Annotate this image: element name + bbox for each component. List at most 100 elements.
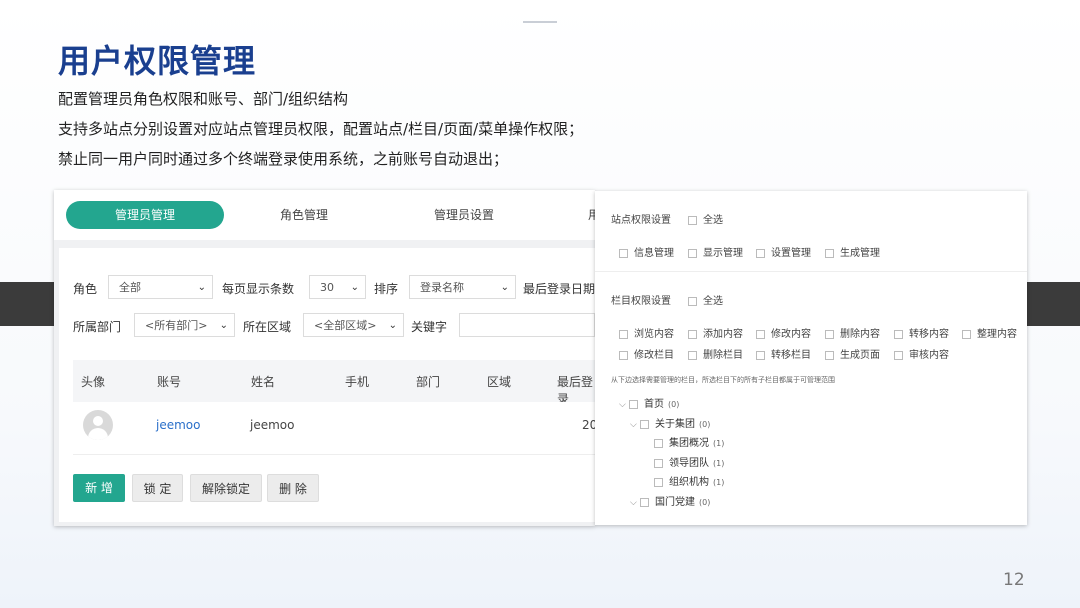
tab-bar: 管理员管理 角色管理 管理员设置 用 — [54, 190, 595, 240]
col-account: 账号 — [157, 375, 182, 389]
area-filter-label: 所在区域 — [243, 320, 292, 334]
tree-item[interactable]: ⌵ 国门党建 (0) — [630, 493, 710, 508]
unlock-button[interactable]: 解除锁定 — [190, 474, 262, 502]
column-select-all[interactable]: 全选 — [688, 292, 723, 307]
tab-admin-management[interactable]: 管理员管理 — [66, 201, 224, 229]
chevron-down-icon: ⌵ — [630, 498, 637, 508]
col-phone: 手机 — [345, 375, 370, 389]
checkbox-icon — [688, 350, 697, 360]
add-button[interactable]: 新 增 — [73, 474, 125, 502]
admin-list-panel: 角色 全部 ⌄ 每页显示条数 30 ⌄ 排序 登录名称 ⌄ 最后登录日期 所属部门 <… — [59, 248, 595, 522]
table-header: 头像 账号 姓名 手机 部门 区域 最后登录 — [73, 360, 595, 406]
dept-filter-label: 所属部门 — [73, 320, 122, 334]
role-select[interactable]: 全部 ⌄ — [108, 275, 213, 299]
tree-item[interactable]: 组织机构 (1) — [654, 473, 724, 488]
checkbox-icon — [688, 296, 697, 306]
chevron-down-icon: ⌄ — [500, 282, 509, 293]
col-opt-modify[interactable]: 修改内容 — [756, 325, 811, 340]
checkbox-icon — [619, 350, 628, 360]
checkbox-icon — [629, 399, 638, 409]
checkbox-icon — [825, 248, 834, 258]
checkbox-icon — [825, 329, 834, 339]
checkbox-icon — [688, 215, 697, 225]
page-number: 12 — [1003, 570, 1025, 590]
decor-band-left — [0, 282, 54, 326]
keyword-label: 关键字 — [411, 320, 448, 334]
tab-role-management[interactable]: 角色管理 — [244, 201, 364, 229]
col-area: 区域 — [487, 375, 512, 389]
site-select-all[interactable]: 全选 — [688, 211, 723, 226]
sort-label: 排序 — [374, 282, 399, 296]
keyword-input[interactable] — [459, 313, 595, 337]
col-opt-review[interactable]: 审核内容 — [894, 346, 949, 361]
checkbox-icon — [962, 329, 971, 339]
table-row[interactable]: jeemoo jeemoo 20 — [73, 402, 595, 455]
checkbox-icon — [640, 497, 649, 507]
pagesize-select[interactable]: 30 ⌄ — [309, 275, 366, 299]
checkbox-icon — [756, 248, 765, 258]
last-login-value: 20 — [582, 418, 595, 432]
avatar — [83, 410, 113, 440]
admin-management-screenshot: 管理员管理 角色管理 管理员设置 用 角色 全部 ⌄ 每页显示条数 30 ⌄ 排序 … — [54, 190, 595, 526]
checkbox-icon — [654, 477, 663, 487]
site-opt-info[interactable]: 信息管理 — [619, 244, 674, 259]
permission-settings-screenshot: 站点权限设置 全选 信息管理 显示管理 设置管理 生成管理 栏目权限设置 全选 … — [595, 191, 1027, 525]
site-opt-generate[interactable]: 生成管理 — [825, 244, 880, 259]
checkbox-icon — [756, 329, 765, 339]
col-opt-organize[interactable]: 整理内容 — [962, 325, 1017, 340]
checkbox-icon — [688, 248, 697, 258]
chevron-down-icon: ⌄ — [350, 282, 359, 293]
tree-item[interactable]: 集团概况 (1) — [654, 434, 724, 449]
col-opt-generate-page[interactable]: 生成页面 — [825, 346, 880, 361]
col-name: 姓名 — [251, 375, 276, 389]
description-line-2: 支持多站点分别设置对应站点管理员权限，配置站点/栏目/页面/菜单操作权限； — [58, 120, 584, 138]
checkbox-icon — [825, 350, 834, 360]
site-opt-settings[interactable]: 设置管理 — [756, 244, 811, 259]
checkbox-icon — [619, 329, 628, 339]
chevron-down-icon: ⌵ — [619, 400, 626, 410]
sort-select[interactable]: 登录名称 ⌄ — [409, 275, 516, 299]
description-line-1: 配置管理员角色权限和账号、部门/组织结构 — [58, 90, 349, 108]
col-opt-delete[interactable]: 删除内容 — [825, 325, 880, 340]
col-opt-edit-column[interactable]: 修改栏目 — [619, 346, 674, 361]
col-dept: 部门 — [416, 375, 441, 389]
tab-user-truncated[interactable]: 用 — [584, 201, 595, 229]
divider — [595, 271, 1027, 272]
column-permission-label: 栏目权限设置 — [611, 296, 671, 307]
area-select[interactable]: <全部区域> ⌄ — [303, 313, 404, 337]
role-filter-label: 角色 — [73, 282, 98, 296]
top-decor-line — [523, 21, 557, 23]
pagesize-label: 每页显示条数 — [222, 282, 295, 296]
checkbox-icon — [640, 419, 649, 429]
last-login-label: 最后登录日期 — [523, 282, 595, 296]
lock-button[interactable]: 锁 定 — [132, 474, 183, 502]
col-opt-transfer-column[interactable]: 转移栏目 — [756, 346, 811, 361]
col-avatar: 头像 — [81, 375, 106, 389]
chevron-down-icon: ⌄ — [197, 282, 206, 293]
tree-item[interactable]: ⌵ 关于集团 (0) — [630, 415, 710, 430]
column-scope-hint: 从下边选择需要管理的栏目，所选栏目下的所有子栏目都属于可管理范围 — [611, 376, 835, 384]
tab-admin-settings[interactable]: 管理员设置 — [404, 201, 524, 229]
checkbox-icon — [654, 458, 663, 468]
account-link[interactable]: jeemoo — [156, 418, 200, 432]
user-name: jeemoo — [250, 418, 295, 432]
col-opt-browse[interactable]: 浏览内容 — [619, 325, 674, 340]
tree-item[interactable]: ⌵ 首页 (0) — [619, 395, 679, 410]
checkbox-icon — [619, 248, 628, 258]
decor-band-right — [1027, 282, 1080, 326]
chevron-down-icon: ⌵ — [630, 420, 637, 430]
checkbox-icon — [756, 350, 765, 360]
col-opt-transfer[interactable]: 转移内容 — [894, 325, 949, 340]
col-opt-add[interactable]: 添加内容 — [688, 325, 743, 340]
delete-button[interactable]: 删 除 — [267, 474, 319, 502]
tree-item[interactable]: 领导团队 (1) — [654, 454, 724, 469]
site-opt-display[interactable]: 显示管理 — [688, 244, 743, 259]
slide-title: 用户权限管理 — [58, 42, 257, 80]
description-line-3: 禁止同一用户同时通过多个终端登录使用系统，之前账号自动退出； — [58, 150, 509, 168]
checkbox-icon — [688, 329, 697, 339]
dept-select[interactable]: <所有部门> ⌄ — [134, 313, 235, 337]
site-permission-label: 站点权限设置 — [611, 215, 671, 226]
chevron-down-icon: ⌄ — [388, 320, 397, 331]
checkbox-icon — [894, 350, 903, 360]
col-opt-delete-column[interactable]: 删除栏目 — [688, 346, 743, 361]
